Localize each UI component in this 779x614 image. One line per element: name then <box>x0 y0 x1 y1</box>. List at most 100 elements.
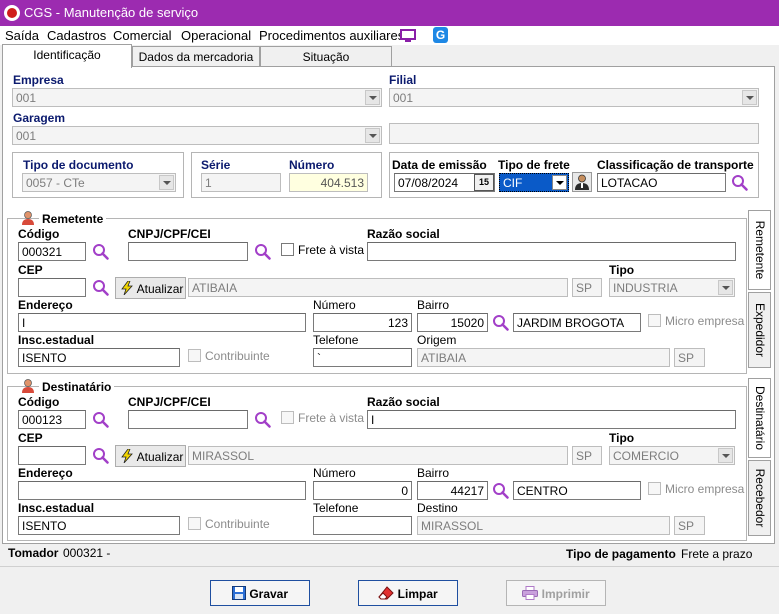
numero-field[interactable]: 404.513 <box>289 173 368 192</box>
tab-situacao[interactable]: Situação <box>260 46 392 67</box>
side-tab-destinatario[interactable]: Destinatário <box>748 378 771 458</box>
tipo-documento-label: Tipo de documento <box>23 158 134 172</box>
destinatario-title: Destinatário <box>39 380 115 394</box>
search-icon[interactable] <box>731 174 748 191</box>
dest-contribuinte-checkbox[interactable] <box>188 517 201 530</box>
dest-ie-field[interactable]: ISENTO <box>18 516 180 535</box>
divider <box>0 566 779 567</box>
user-lookup-icon[interactable] <box>572 172 592 192</box>
dest-frete-vista-label: Frete à vista <box>298 411 365 425</box>
rem-origem-label: Origem <box>417 333 457 347</box>
side-tab-recebedor[interactable]: Recebedor <box>748 460 771 536</box>
app-logo-icon <box>4 5 20 21</box>
chevron-down-icon <box>159 175 174 190</box>
menu-saida[interactable]: Saída <box>5 28 39 43</box>
side-tab-expedidor[interactable]: Expedidor <box>748 292 771 368</box>
rem-numero-field[interactable]: 123 <box>313 313 412 332</box>
search-icon[interactable] <box>92 243 109 260</box>
search-icon[interactable] <box>92 411 109 428</box>
rem-cep-field[interactable] <box>18 278 86 297</box>
rem-cnpj-field[interactable] <box>128 242 248 261</box>
filial-select[interactable]: 001 <box>389 88 759 107</box>
menu-comercial[interactable]: Comercial <box>113 28 172 43</box>
search-icon[interactable] <box>92 279 109 296</box>
menu-operacional[interactable]: Operacional <box>181 28 251 43</box>
serie-field[interactable]: 1 <box>201 173 281 192</box>
rem-endereco-label: Endereço <box>18 298 73 312</box>
rem-razao-field[interactable] <box>367 242 736 261</box>
chevron-down-icon <box>718 280 733 295</box>
rem-codigo-label: Código <box>18 227 60 241</box>
rem-micro-label: Micro empresa <box>665 314 745 328</box>
tipo-documento-select[interactable]: 0057 - CTe <box>22 173 176 192</box>
rem-codigo-field[interactable]: 000321 <box>18 242 86 261</box>
rem-atualizar-button[interactable]: Atualizar <box>115 277 186 299</box>
dest-frete-vista-checkbox[interactable] <box>281 411 294 424</box>
dest-uf-field: SP <box>572 446 602 465</box>
data-emissao-label: Data de emissão <box>392 158 487 172</box>
dest-destino-uf-field: SP <box>674 516 705 535</box>
dest-atualizar-button[interactable]: Atualizar <box>115 445 186 467</box>
rem-ie-field[interactable]: ISENTO <box>18 348 180 367</box>
side-tab-remetente[interactable]: Remetente <box>748 210 771 290</box>
dest-cnpj-label: CNPJ/CPF/CEI <box>128 395 211 409</box>
imprimir-button[interactable]: Imprimir <box>506 580 606 606</box>
dest-razao-field[interactable]: I <box>367 410 736 429</box>
person-icon <box>22 211 34 225</box>
tab-identificacao[interactable]: Identificação <box>2 44 132 68</box>
tab-dados-mercadoria[interactable]: Dados da mercadoria <box>132 46 260 67</box>
dest-telefone-label: Telefone <box>313 501 359 515</box>
dest-numero-field[interactable]: 0 <box>313 481 412 500</box>
app-icon[interactable]: G <box>433 27 448 43</box>
dest-tipo-select[interactable]: COMERCIO <box>609 446 735 465</box>
rem-origem-field: ATIBAIA <box>417 348 670 367</box>
title-bar: CGS - Manutenção de serviço <box>0 0 779 26</box>
dest-endereco-field[interactable] <box>18 481 306 500</box>
dest-codigo-field[interactable]: 000123 <box>18 410 86 429</box>
search-icon[interactable] <box>254 243 271 260</box>
dest-micro-label: Micro empresa <box>665 482 745 496</box>
search-icon[interactable] <box>492 314 509 331</box>
filial-label: Filial <box>389 73 417 87</box>
garagem-description <box>389 123 759 144</box>
serie-label: Série <box>201 158 231 172</box>
calendar-icon[interactable]: 15 <box>474 174 494 191</box>
tipo-pagamento-label: Tipo de pagamento <box>566 547 676 561</box>
rem-bairro-field[interactable]: JARDIM BROGOTA <box>513 313 641 332</box>
rem-cep-label: CEP <box>18 263 43 277</box>
rem-telefone-label: Telefone <box>313 333 359 347</box>
rem-contribuinte-checkbox[interactable] <box>188 349 201 362</box>
monitor-icon[interactable] <box>400 29 416 42</box>
limpar-button[interactable]: Limpar <box>358 580 458 606</box>
rem-frete-vista-checkbox[interactable] <box>281 243 294 256</box>
menu-procedimentos-auxiliares[interactable]: Procedimentos auxiliares <box>259 28 404 43</box>
dest-bairro-field[interactable]: CENTRO <box>513 481 641 500</box>
tipo-frete-select[interactable]: CIF <box>499 173 569 192</box>
rem-tipo-select[interactable]: INDUSTRIA <box>609 278 735 297</box>
dest-destino-field: MIRASSOL <box>417 516 670 535</box>
empresa-label: Empresa <box>13 73 64 87</box>
dest-telefone-field[interactable] <box>313 516 412 535</box>
search-icon[interactable] <box>492 482 509 499</box>
empresa-select[interactable]: 001 <box>12 88 382 107</box>
rem-telefone-field[interactable]: ` <box>313 348 412 367</box>
rem-cnpj-label: CNPJ/CPF/CEI <box>128 227 211 241</box>
rem-contribuinte-label: Contribuinte <box>205 349 270 363</box>
rem-micro-checkbox[interactable] <box>648 314 661 327</box>
search-icon[interactable] <box>92 447 109 464</box>
garagem-select[interactable]: 001 <box>12 126 382 145</box>
eraser-icon <box>378 586 395 600</box>
menu-cadastros[interactable]: Cadastros <box>47 28 106 43</box>
rem-endereco-field[interactable]: I <box>18 313 306 332</box>
rem-bairro-cod-field[interactable]: 15020 <box>417 313 488 332</box>
chevron-down-icon <box>365 90 380 105</box>
dest-cnpj-field[interactable] <box>128 410 248 429</box>
dest-bairro-cod-field[interactable]: 44217 <box>417 481 488 500</box>
search-icon[interactable] <box>254 411 271 428</box>
classificacao-field[interactable]: LOTACAO <box>597 173 726 192</box>
gravar-button[interactable]: Gravar <box>210 580 310 606</box>
dest-cep-field[interactable] <box>18 446 86 465</box>
chevron-down-icon <box>365 128 380 143</box>
rem-ie-label: Insc.estadual <box>18 333 95 347</box>
dest-micro-checkbox[interactable] <box>648 482 661 495</box>
